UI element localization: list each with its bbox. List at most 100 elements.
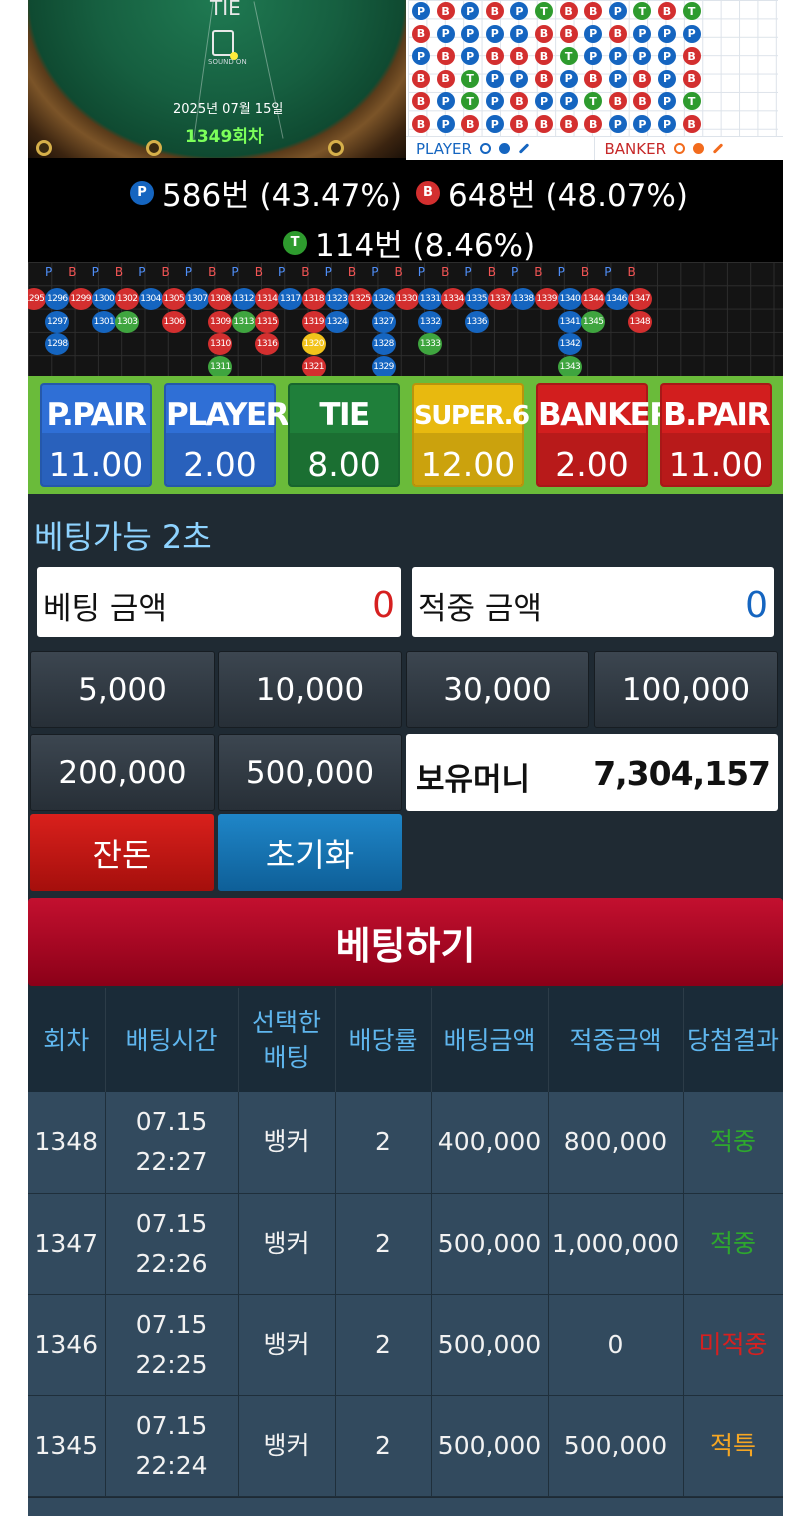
bead-p: P xyxy=(461,2,480,20)
history-ball: 1310 xyxy=(208,333,233,356)
history-ball: 1333 xyxy=(418,333,443,356)
bead-b: B xyxy=(535,69,553,88)
top-area: TIE SOUND ON 2025년 07월 15일 1349회차 PBPBPT… xyxy=(28,0,783,160)
slash-icon xyxy=(518,143,530,154)
reset-button[interactable]: 초기화 xyxy=(218,814,402,891)
bet-tie-button[interactable]: TIE 8.00 xyxy=(288,383,400,487)
cell-result: 적중 xyxy=(683,1193,783,1295)
cell-win-amount: 1,000,000 xyxy=(548,1193,684,1295)
cell-win-amount: 500,000 xyxy=(548,1395,684,1497)
history-ball: 1341 xyxy=(557,310,582,333)
history-ball: 1339 xyxy=(534,288,559,310)
balance-box: 보유머니 7,304,157 xyxy=(406,734,778,811)
bet-player-button[interactable]: PLAYER 2.00 xyxy=(164,383,290,487)
history-ball: 1316 xyxy=(255,333,279,356)
chip-button-5000[interactable]: 5,000 xyxy=(30,651,215,728)
change-button[interactable]: 잔돈 xyxy=(30,814,214,891)
history-ball: 1309 xyxy=(208,310,233,333)
table-header-row: 회차 배팅시간 선택한배팅 배당률 배팅금액 적중금액 당첨결과 xyxy=(28,988,783,1092)
cell-round: 1345 xyxy=(28,1395,106,1497)
bet-odds: 11.00 xyxy=(668,445,764,484)
chip-button-30000[interactable]: 30,000 xyxy=(406,651,589,728)
bead-p: P xyxy=(658,92,676,111)
history-ball: 1301 xyxy=(91,310,116,333)
table-row: 1346 07.15 22:25 뱅커 2 500,000 0 미적중 xyxy=(28,1294,783,1396)
bead-p: P xyxy=(485,24,504,43)
cell-round: 1348 xyxy=(28,1092,106,1194)
table-row-partial xyxy=(28,1498,783,1516)
history-ball: 1331 xyxy=(418,288,443,310)
chip-button-10000[interactable]: 10,000 xyxy=(218,651,402,728)
header-rate: 배당률 xyxy=(335,988,432,1092)
history-ball: 1305 xyxy=(161,288,186,310)
bet-name: B.PAIR xyxy=(663,397,770,433)
history-ball: 1336 xyxy=(464,310,489,333)
history-header-b: B xyxy=(68,265,77,279)
history-ball: 1334 xyxy=(441,288,466,310)
history-ball: 1295 xyxy=(28,288,46,310)
cell-result: 미적중 xyxy=(683,1294,783,1396)
bet-ppair-button[interactable]: P.PAIR 11.00 xyxy=(40,383,152,487)
bead-p: P xyxy=(436,115,455,133)
bet-super6-button[interactable]: SUPER.6 12.00 xyxy=(412,383,530,487)
history-header-p: P xyxy=(184,265,193,279)
bead-t: T xyxy=(461,92,480,111)
cell-result: 적특 xyxy=(683,1395,783,1497)
bet-name: TIE xyxy=(319,397,370,433)
bet-name: P.PAIR xyxy=(46,397,147,433)
bead-p: P xyxy=(436,24,455,43)
bead-p: P xyxy=(633,24,652,43)
chip-button-500000[interactable]: 500,000 xyxy=(218,734,402,811)
history-ball: 1338 xyxy=(511,288,536,310)
bead-p: P xyxy=(658,115,676,133)
bead-p: P xyxy=(485,69,504,88)
history-ball: 1318 xyxy=(301,288,326,310)
history-header-b: B xyxy=(394,265,403,279)
bead-p: P xyxy=(633,115,652,133)
bead-p: P xyxy=(682,24,701,43)
history-ball: 1329 xyxy=(371,355,396,376)
chip-button-100000[interactable]: 100,000 xyxy=(594,651,778,728)
bead-b: B xyxy=(658,2,676,20)
bet-banker-button[interactable]: BANKER 2.00 xyxy=(536,383,673,487)
bead-b: B xyxy=(436,47,455,66)
chip-button-200000[interactable]: 200,000 xyxy=(30,734,215,811)
header-choice: 선택한배팅 xyxy=(238,988,336,1092)
bead-b: B xyxy=(412,69,430,88)
history-header-p: P xyxy=(557,265,565,279)
bead-p: P xyxy=(608,47,627,66)
bead-p: P xyxy=(510,69,529,88)
cell-choice: 뱅커 xyxy=(238,1294,336,1396)
banker-stat: B 648번 (48.07%) xyxy=(416,170,688,215)
cell-bet-amount: 500,000 xyxy=(431,1395,549,1497)
bead-b: B xyxy=(633,92,652,111)
history-header-b: B xyxy=(534,265,543,279)
bead-p: P xyxy=(461,24,480,43)
bead-p: P xyxy=(584,47,603,66)
date-text: 2025년 07월 15일 xyxy=(173,102,284,117)
bead-b: B xyxy=(436,2,455,20)
bead-grid: PBPBPTBBPTBTBPPPPBBPBPPPPBPBBBTPPPPBBBTP… xyxy=(408,0,778,136)
bead-b: B xyxy=(436,69,455,88)
legend-banker: BANKER xyxy=(604,139,667,158)
place-bet-button[interactable]: 베팅하기 xyxy=(28,898,783,986)
bead-b: B xyxy=(412,92,430,111)
bead-p: P xyxy=(658,24,676,43)
history-ball: 1344 xyxy=(581,288,606,310)
bead-b: B xyxy=(535,115,553,133)
history-ball: 1300 xyxy=(91,288,116,310)
player-stat: P 586번 (43.47%) xyxy=(130,170,402,215)
bet-bpair-button[interactable]: B.PAIR 11.00 xyxy=(660,383,772,487)
cell-bet-amount: 400,000 xyxy=(431,1092,549,1194)
bead-b: B xyxy=(412,115,430,133)
chip-icon xyxy=(146,140,162,156)
table-row: 1348 07.15 22:27 뱅커 2 400,000 800,000 적중 xyxy=(28,1092,783,1194)
history-header-b: B xyxy=(487,265,496,279)
bead-b: B xyxy=(584,69,603,88)
bead-road: PBPBPTBBPTBTBPPPPBBPBPPPPBPBBBTPPPPBBBTP… xyxy=(406,0,783,160)
header-result: 당첨결과 xyxy=(683,988,783,1092)
bead-t: T xyxy=(584,92,603,111)
sound-icon[interactable] xyxy=(212,30,238,60)
bet-name: PLAYER xyxy=(166,397,290,433)
bet-odds: 12.00 xyxy=(420,445,516,484)
